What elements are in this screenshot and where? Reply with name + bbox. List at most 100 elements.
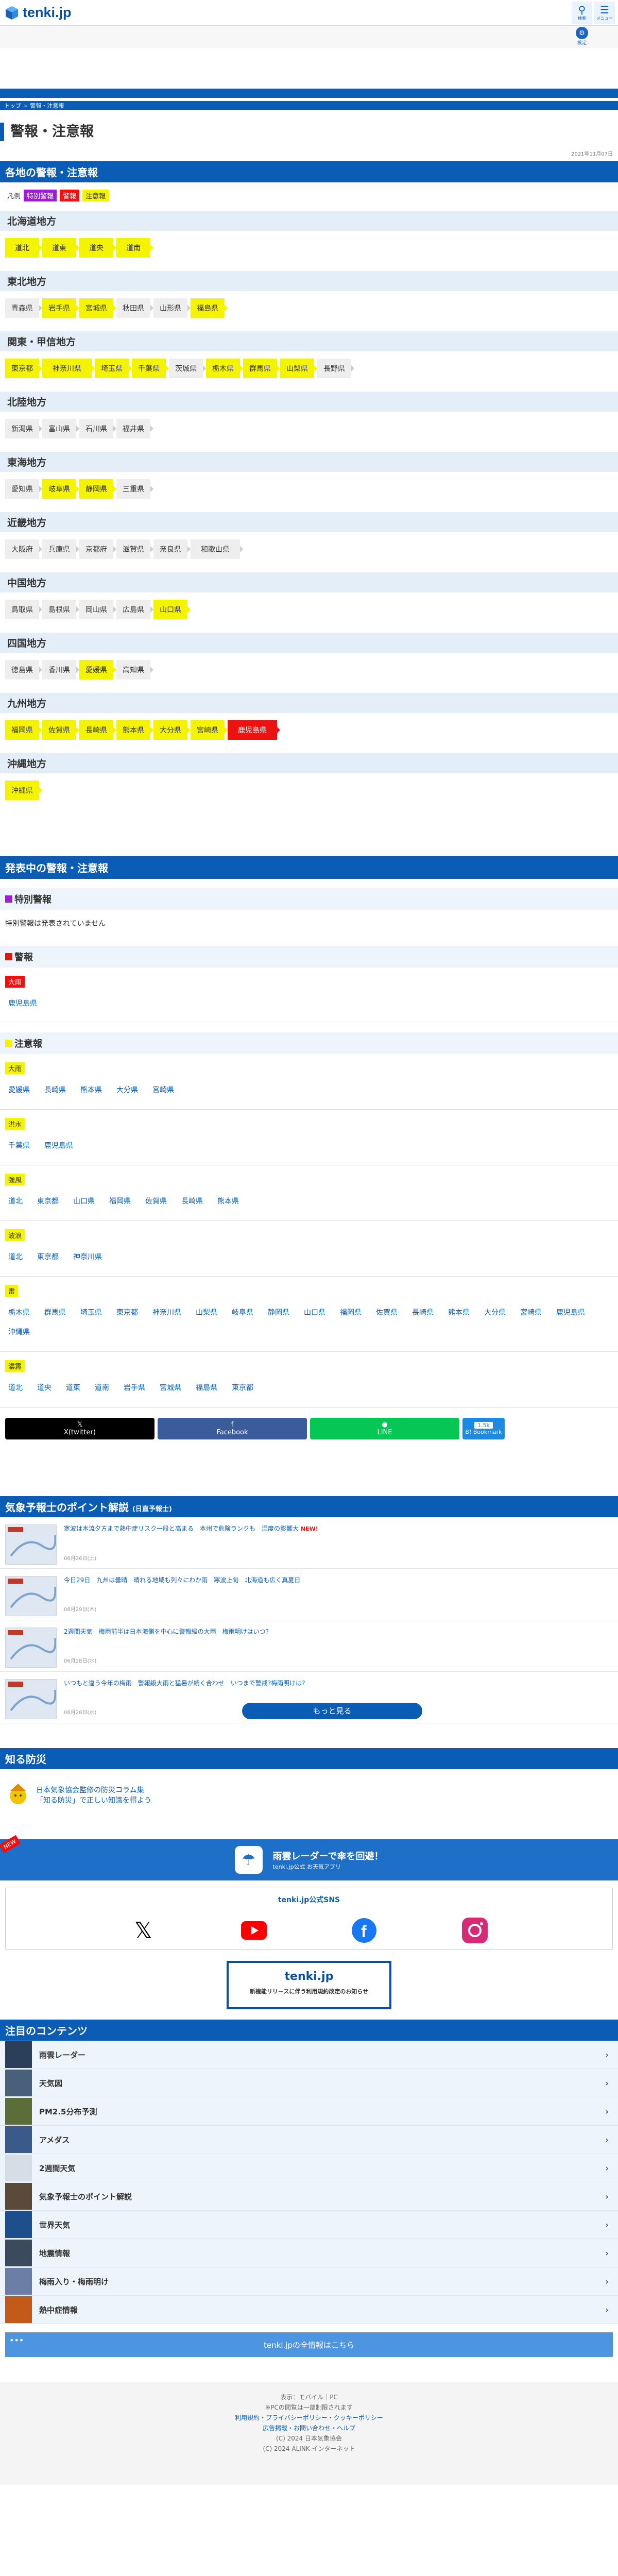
alert-area-link[interactable]: 神奈川県 (73, 1251, 102, 1262)
pref-link[interactable]: 沖縄県 (5, 781, 42, 800)
pref-link[interactable]: 岡山県 (79, 600, 116, 619)
pref-link[interactable]: 長崎県 (79, 720, 116, 740)
alert-area-link[interactable]: 鹿児島県 (556, 1307, 585, 1317)
pref-link[interactable]: 青森県 (5, 298, 42, 318)
pref-link[interactable]: 宮城県 (79, 298, 116, 318)
alert-area-link[interactable]: 道南 (95, 1382, 109, 1393)
alert-area-link[interactable]: 長崎県 (412, 1307, 434, 1317)
pref-link[interactable]: 道北 (5, 238, 42, 258)
pref-link[interactable]: 広島県 (116, 600, 153, 619)
featured-item[interactable]: 天気図 › (0, 2069, 618, 2097)
pref-link[interactable]: 山形県 (153, 298, 191, 318)
pref-link[interactable]: 新潟県 (5, 419, 42, 438)
alert-area-link[interactable]: 道央 (37, 1382, 52, 1393)
menu-button[interactable]: ☰ メニュー (594, 1, 615, 24)
alert-area-link[interactable]: 宮崎県 (152, 1084, 174, 1095)
alert-area-link[interactable]: 道北 (8, 1382, 23, 1393)
pref-link[interactable]: 茨城県 (169, 359, 206, 378)
alert-area-link[interactable]: 千葉県 (8, 1140, 30, 1150)
pref-link[interactable]: 福岡県 (5, 720, 42, 740)
featured-item[interactable]: アメダス › (0, 2126, 618, 2154)
footer-contact-links[interactable]: 広告掲載・お問い合わせ・ヘルプ (263, 2425, 355, 2432)
pref-link[interactable]: 静岡県 (79, 479, 116, 499)
alert-area-link[interactable]: 埼玉県 (80, 1307, 102, 1317)
terms-notice-banner[interactable]: tenki.jp 新機能リリースに伴う利用規約改定のお知らせ (227, 1961, 391, 2009)
alert-area-link[interactable]: 大分県 (484, 1307, 506, 1317)
article-item[interactable]: 今日29日 九州は曇晴 晴れる地域も列々にわか雨 寒波上旬 北海道も広く真夏日 0… (0, 1569, 618, 1620)
alert-area-link[interactable]: 宮城県 (160, 1382, 181, 1393)
instagram-icon[interactable] (459, 1915, 490, 1946)
pref-link[interactable]: 群馬県 (243, 359, 280, 378)
article-item[interactable]: 寒波は本流夕方まで熱中症リスク一段と高まる 本州で危険ランクも 湿度の影響大 N… (0, 1517, 618, 1569)
alert-area-link[interactable]: 群馬県 (44, 1307, 66, 1317)
alert-area-link[interactable]: 道北 (8, 1196, 23, 1206)
settings-button[interactable]: ⚙ 設定 (576, 27, 588, 46)
alert-area-link[interactable]: 福岡県 (340, 1307, 362, 1317)
pref-link[interactable]: 東京都 (5, 359, 42, 378)
youtube-icon[interactable] (238, 1915, 269, 1946)
pref-link[interactable]: 石川県 (79, 419, 116, 438)
alert-area-link[interactable]: 東京都 (232, 1382, 253, 1393)
pref-link[interactable]: 鳥取県 (5, 600, 42, 619)
footer-policy-links[interactable]: 利用規約・プライバシーポリシー・クッキーポリシー (235, 2414, 383, 2421)
pref-link[interactable]: 愛媛県 (79, 660, 116, 680)
featured-item[interactable]: 熱中症情報 › (0, 2296, 618, 2324)
pref-link[interactable]: 香川県 (42, 660, 79, 680)
featured-item[interactable]: 2週間天気 › (0, 2154, 618, 2182)
featured-item[interactable]: PM2.5分布予測 › (0, 2097, 618, 2126)
pref-link[interactable]: 愛知県 (5, 479, 42, 499)
alert-area-link[interactable]: 東京都 (37, 1196, 59, 1206)
pref-link[interactable]: 和歌山県 (191, 539, 243, 559)
pref-link[interactable]: 山口県 (153, 600, 191, 619)
pref-link[interactable]: 島根県 (42, 600, 79, 619)
pref-link[interactable]: 秋田県 (116, 298, 153, 318)
alert-area-link[interactable]: 福島県 (196, 1382, 217, 1393)
pref-link[interactable]: 大阪府 (5, 539, 42, 559)
share-hatena-button[interactable]: 1.5k B! Bookmark (462, 1418, 505, 1439)
pref-link[interactable]: 熊本県 (116, 720, 153, 740)
featured-item[interactable]: 気象予報士のポイント解説 › (0, 2182, 618, 2211)
alert-area-link[interactable]: 長崎県 (44, 1084, 66, 1095)
article-item[interactable]: 2週間天気 梅雨前半は日本海側を中心に警報級の大雨 梅雨明けはいつ? 06月28日… (0, 1620, 618, 1672)
alert-area-link[interactable]: 東京都 (116, 1307, 138, 1317)
pref-link[interactable]: 道東 (42, 238, 79, 258)
alert-area-link[interactable]: 山口県 (73, 1196, 95, 1206)
alert-area-link[interactable]: 熊本県 (217, 1196, 239, 1206)
pref-link[interactable]: 京都府 (79, 539, 116, 559)
alert-area-link[interactable]: 宮崎県 (520, 1307, 542, 1317)
alert-area-link[interactable]: 佐賀県 (145, 1196, 167, 1206)
alert-area-link[interactable]: 栃木県 (8, 1307, 30, 1317)
site-logo[interactable]: tenki.jp (0, 5, 72, 21)
pref-link[interactable]: 長野県 (317, 359, 354, 378)
alert-area-link[interactable]: 沖縄県 (8, 1327, 30, 1337)
pref-link[interactable]: 埼玉県 (95, 359, 132, 378)
pref-link[interactable]: 兵庫県 (42, 539, 79, 559)
pref-link[interactable]: 神奈川県 (42, 359, 95, 378)
pref-link[interactable]: 岐阜県 (42, 479, 79, 499)
footer-display-mode[interactable]: 表示：モバイル｜PC (0, 2392, 618, 2402)
alert-area-link[interactable]: 東京都 (37, 1251, 59, 1262)
alert-area-link[interactable]: 山口県 (304, 1307, 325, 1317)
facebook-sns-icon[interactable]: f (349, 1915, 380, 1946)
featured-item[interactable]: 梅雨入り・梅雨明け › (0, 2267, 618, 2296)
all-info-button[interactable]: ••• tenki.jpの全情報はこちら (5, 2332, 613, 2357)
pref-link[interactable]: 滋賀県 (116, 539, 153, 559)
pref-link[interactable]: 山梨県 (280, 359, 317, 378)
alert-area-link[interactable]: 山梨県 (196, 1307, 217, 1317)
alert-area-link[interactable]: 佐賀県 (376, 1307, 398, 1317)
pref-link[interactable]: 道南 (116, 238, 153, 258)
pref-link[interactable]: 奈良県 (153, 539, 191, 559)
pref-link[interactable]: 徳島県 (5, 660, 42, 680)
alert-area-link[interactable]: 静岡県 (268, 1307, 289, 1317)
pref-link[interactable]: 大分県 (153, 720, 191, 740)
app-banner[interactable]: NEW ☂ 雨雲レーダーで傘を回避！ tenki.jp公式 お天気アプリ (0, 1835, 618, 1880)
share-x-button[interactable]: 𝕏 X(twitter) (5, 1418, 154, 1439)
pref-link[interactable]: 佐賀県 (42, 720, 79, 740)
alert-area-link[interactable]: 長崎県 (181, 1196, 203, 1206)
alert-area-link[interactable]: 鹿児島県 (8, 998, 37, 1008)
pref-link[interactable]: 福島県 (191, 298, 228, 318)
pref-link[interactable]: 千葉県 (132, 359, 169, 378)
alert-area-link[interactable]: 神奈川県 (152, 1307, 181, 1317)
share-facebook-button[interactable]: f Facebook (158, 1418, 307, 1439)
share-line-button[interactable]: ● LINE (310, 1418, 459, 1439)
